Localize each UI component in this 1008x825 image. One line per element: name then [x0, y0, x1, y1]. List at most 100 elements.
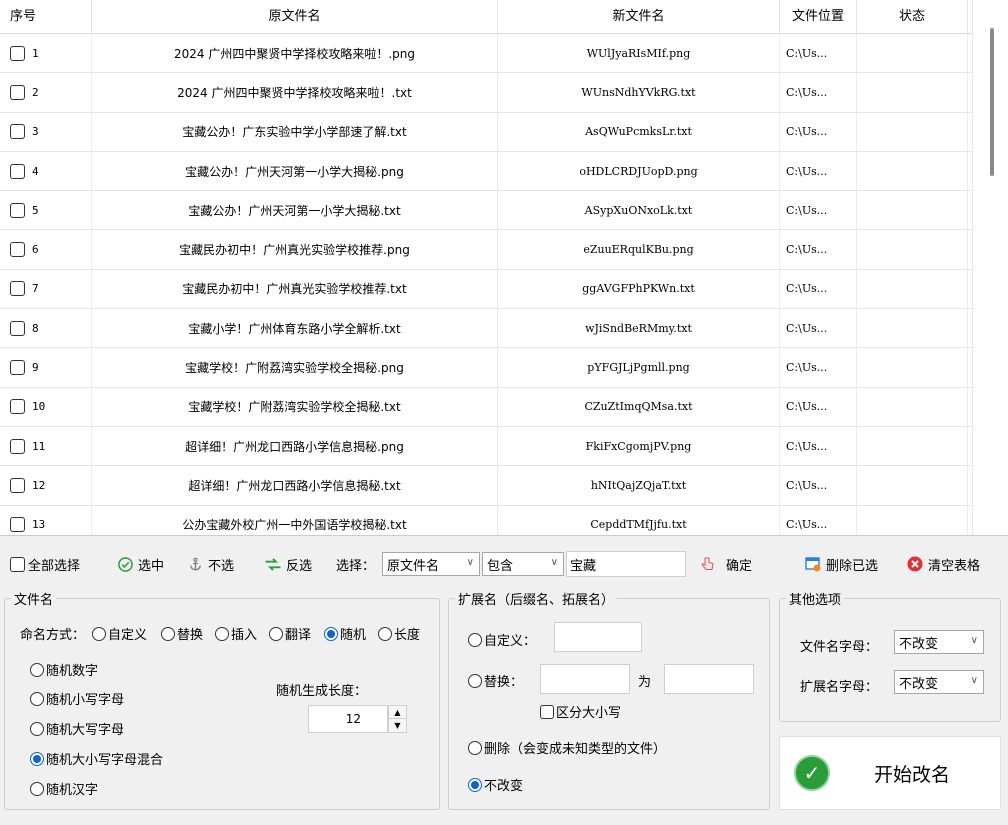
table-scrollbar[interactable]	[972, 0, 1008, 535]
row-number-cell[interactable]: 11	[0, 426, 92, 466]
table-row[interactable]: 11 超详细！广州龙口西路小学信息揭秘.png FkiFxCgomjPV.png C:…	[0, 426, 980, 467]
mode-random-radio[interactable]: 随机	[324, 624, 366, 643]
length-stepper[interactable]: 12 ▲ ▼	[308, 705, 410, 733]
new-name-cell: eZuuERqulKBu.png	[498, 230, 780, 269]
header-location[interactable]: 文件位置	[780, 0, 857, 34]
mode-replace-radio[interactable]: 替换	[161, 624, 203, 643]
table-row[interactable]: 2 2024 广州四中聚贤中学择校攻略来啦！.txt WUnsNdhYVkRG.tx…	[0, 73, 980, 113]
row-number-cell[interactable]: 4	[0, 151, 92, 191]
row-number-cell[interactable]: 1	[0, 34, 92, 73]
table-row[interactable]: 5 宝藏公办！广州天河第一小学大揭秘.txt ASypXuONxoLk.txt C:\…	[0, 191, 980, 231]
row-checkbox[interactable]	[10, 517, 25, 533]
ext-custom-radio[interactable]: 自定义：	[468, 630, 536, 649]
chevron-down-icon: ∨	[970, 635, 978, 646]
invert-button[interactable]: 反选	[264, 555, 312, 574]
ext-letter-label: 扩展名字母：	[800, 680, 879, 695]
table-row[interactable]: 12 超详细！广州龙口西路小学信息揭秘.txt hNItQajZQjaT.txt C:…	[0, 466, 980, 506]
ext-custom-input[interactable]	[554, 622, 642, 652]
random-mixed-radio[interactable]: 随机大小写字母混合	[30, 749, 163, 768]
stepper-down-icon[interactable]: ▼	[389, 719, 406, 732]
row-checkbox[interactable]	[10, 242, 25, 258]
header-no[interactable]: 序号	[0, 0, 92, 34]
delete-selected-button[interactable]: 删除已选	[804, 555, 878, 574]
case-sensitive-checkbox[interactable]: 区分大小写	[540, 702, 621, 721]
file-table[interactable]: 序号 原文件名 新文件名 文件位置 状态 1 2024 广州四中聚贤中学择校攻略来…	[0, 0, 1008, 536]
row-checkbox[interactable]	[10, 438, 25, 454]
confirm-button[interactable]: 确定	[698, 555, 752, 574]
old-name-cell: 宝藏公办！广东实验中学小学部速了解.txt	[92, 112, 498, 151]
row-number-cell[interactable]: 8	[0, 309, 92, 348]
ext-delete-radio[interactable]: 删除（会变成未知类型的文件）	[468, 738, 666, 757]
scrollbar-thumb[interactable]	[990, 28, 994, 176]
table-row[interactable]: 6 宝藏民办初中！广州真光实验学校推荐.png eZuuERqulKBu.png C:…	[0, 230, 980, 270]
mode-length-radio[interactable]: 长度	[378, 624, 420, 643]
clear-table-button[interactable]: 清空表格	[906, 555, 980, 574]
select-all-checkbox[interactable]: 全部选择	[10, 555, 80, 574]
ext-keep-radio[interactable]: 不改变	[468, 775, 523, 794]
random-uppercase-radio[interactable]: 随机大写字母	[30, 719, 124, 738]
table-row[interactable]: 1 2024 广州四中聚贤中学择校攻略来啦！.png WUlJyaRIsMIf.pn…	[0, 34, 980, 74]
row-checkbox[interactable]	[10, 124, 25, 140]
table-row[interactable]: 10 宝藏学校！广附荔湾实验学校全揭秘.txt CZuZtImqQMsa.txt C:…	[0, 387, 980, 427]
table-row[interactable]: 13 公办宝藏外校广州一中外国语学校揭秘.txt CepddTMfJjfu.txt C…	[0, 505, 980, 535]
row-checkbox[interactable]	[10, 202, 25, 218]
field-select[interactable]: 原文件名 ∨	[382, 552, 480, 576]
filename-letter-select[interactable]: 不改变 ∨	[894, 630, 984, 654]
stepper-up-icon[interactable]: ▲	[389, 706, 406, 719]
match-select[interactable]: 包含 ∨	[482, 552, 564, 576]
header-status[interactable]: 状态	[857, 0, 968, 34]
start-rename-button[interactable]: ✓ 开始改名	[779, 736, 1001, 810]
ext-replace-radio[interactable]: 替换：	[468, 671, 523, 690]
row-checkbox[interactable]	[10, 477, 25, 493]
mode-insert-radio[interactable]: 插入	[215, 624, 257, 643]
keyword-input[interactable]: 宝藏	[566, 551, 686, 577]
length-value[interactable]: 12	[308, 705, 388, 733]
unselect-button[interactable]: 不选	[186, 555, 234, 574]
new-name-cell: ggAVGFPhPKWn.txt	[498, 269, 780, 309]
location-cell: C:\Us...	[780, 348, 857, 387]
random-chinese-radio[interactable]: 随机汉字	[30, 779, 98, 798]
row-number-cell[interactable]: 13	[0, 505, 92, 535]
row-checkbox[interactable]	[10, 281, 25, 297]
new-name-cell: CZuZtImqQMsa.txt	[498, 387, 780, 426]
anchor-icon	[186, 555, 204, 573]
row-checkbox[interactable]	[10, 163, 25, 179]
header-old-name[interactable]: 原文件名	[92, 0, 498, 34]
table-row[interactable]: 3 宝藏公办！广东实验中学小学部速了解.txt AsQWuPcmksLr.txt C:…	[0, 112, 980, 152]
old-name-cell: 宝藏小学！广州体育东路小学全解析.txt	[92, 309, 498, 348]
random-digits-radio[interactable]: 随机数字	[30, 660, 98, 679]
keyword-value: 宝藏	[570, 558, 597, 574]
row-number-cell[interactable]: 12	[0, 466, 92, 505]
table-header: 序号 原文件名 新文件名 文件位置 状态	[0, 0, 972, 34]
old-name-cell: 宝藏学校！广附荔湾实验学校全揭秘.png	[92, 348, 498, 387]
row-checkbox[interactable]	[10, 399, 25, 415]
new-name-cell: wJiSndBeRMmy.txt	[498, 309, 780, 348]
ext-letter-select[interactable]: 不改变 ∨	[894, 670, 984, 694]
row-checkbox[interactable]	[10, 320, 25, 336]
mode-translate-radio[interactable]: 翻译	[269, 624, 311, 643]
row-number-cell[interactable]: 6	[0, 230, 92, 269]
row-number-cell[interactable]: 2	[0, 73, 92, 112]
ext-replace-to-input[interactable]	[664, 664, 754, 694]
row-checkbox[interactable]	[10, 360, 25, 376]
table-row[interactable]: 9 宝藏学校！广附荔湾实验学校全揭秘.png pYFGJLjPgmll.png C:\…	[0, 348, 980, 388]
random-lowercase-radio[interactable]: 随机小写字母	[30, 689, 124, 708]
ext-replace-from-input[interactable]	[540, 664, 630, 694]
table-row[interactable]: 4 宝藏公办！广州天河第一小学大揭秘.png oHDLCRDJUopD.png C:\…	[0, 151, 980, 192]
row-number-cell[interactable]: 7	[0, 269, 92, 309]
select-all-label: 全部选择	[28, 558, 81, 574]
row-number-cell[interactable]: 3	[0, 112, 92, 151]
stepper-buttons[interactable]: ▲ ▼	[388, 705, 407, 733]
mode-custom-radio[interactable]: 自定义	[92, 624, 147, 643]
row-number-cell[interactable]: 5	[0, 191, 92, 230]
row-checkbox[interactable]	[10, 84, 25, 100]
chevron-down-icon: ∨	[466, 557, 474, 568]
header-new-name[interactable]: 新文件名	[498, 0, 780, 34]
table-row[interactable]: 8 宝藏小学！广州体育东路小学全解析.txt wJiSndBeRMmy.txt C:\…	[0, 309, 980, 349]
check-icon: ✓	[794, 755, 830, 791]
row-checkbox[interactable]	[10, 45, 25, 61]
row-number-cell[interactable]: 10	[0, 387, 92, 426]
row-number-cell[interactable]: 9	[0, 348, 92, 387]
select-button[interactable]: 选中	[116, 555, 164, 574]
table-row[interactable]: 7 宝藏民办初中！广州真光实验学校推荐.txt ggAVGFPhPKWn.txt C:…	[0, 269, 980, 310]
